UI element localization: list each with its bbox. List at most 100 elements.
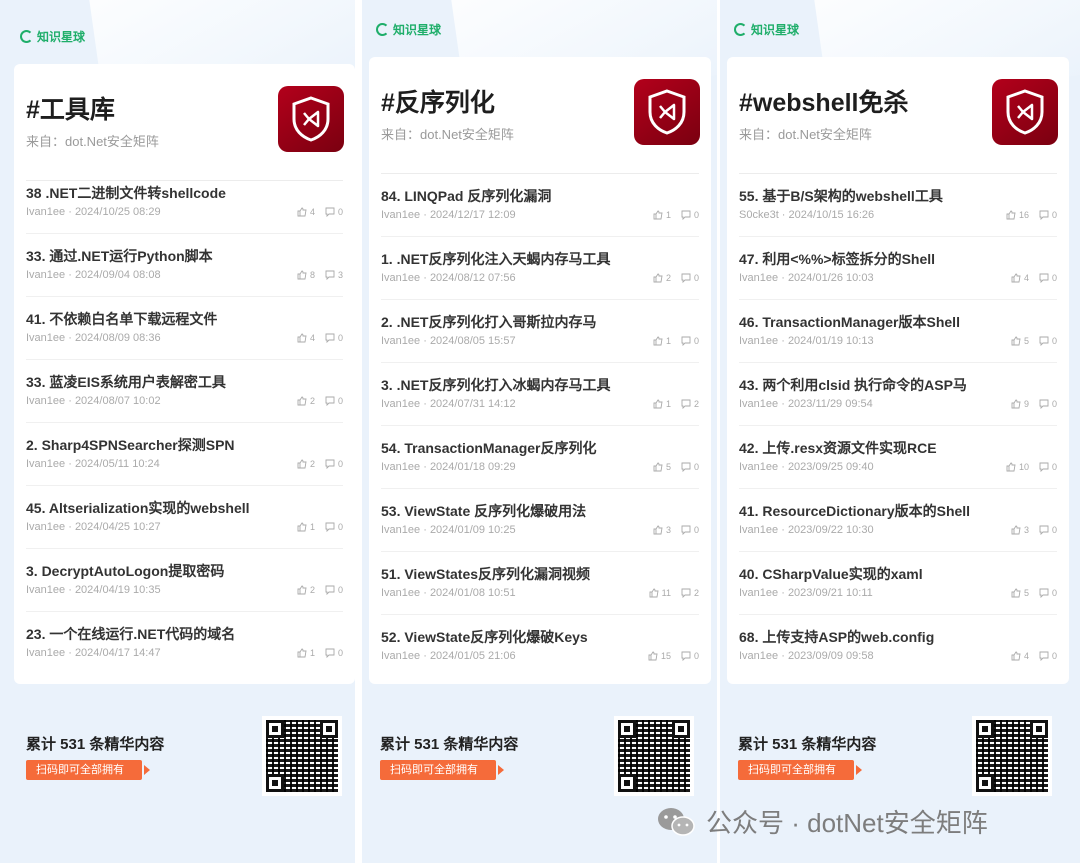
comment-count: 0: [1051, 525, 1057, 535]
article-author: Ivan1ee: [26, 458, 66, 470]
article-meta: Ivan1ee · 2023/11/29 09:54: [739, 398, 873, 410]
list-item[interactable]: 47. 利用<%%>标签拆分的Shell Ivan1ee · 2024/01/2…: [739, 237, 1057, 300]
article-title: 52. ViewState反序列化爆破Keys: [381, 629, 588, 645]
article-title: 38 .NET二进制文件转shellcode: [26, 185, 226, 201]
article-date: 2024/08/09 08:36: [74, 332, 161, 344]
list-item[interactable]: 54. TransactionManager反序列化 Ivan1ee · 202…: [381, 426, 699, 489]
like-count: 9: [1023, 399, 1029, 409]
comment-icon: [325, 585, 335, 595]
list-item[interactable]: 2. Sharp4SPNSearcher探测SPN Ivan1ee · 2024…: [26, 423, 343, 486]
list-item[interactable]: 55. 基于B/S架构的webshell工具 S0cke3t · 2024/10…: [739, 174, 1057, 237]
list-item[interactable]: 46. TransactionManager版本Shell Ivan1ee · …: [739, 300, 1057, 363]
like-count: 2: [309, 459, 315, 469]
comment-count: 0: [693, 336, 699, 346]
article-title: 43. 两个利用clsid 执行命令的ASP马: [739, 377, 967, 393]
article-stats: 10 0: [1006, 462, 1057, 472]
article-stats: 16 0: [1006, 210, 1057, 220]
list-item[interactable]: 33. 通过.NET运行Python脚本 Ivan1ee · 2024/09/0…: [26, 234, 343, 297]
like-count: 1: [665, 210, 671, 220]
list-item[interactable]: 43. 两个利用clsid 执行命令的ASP马 Ivan1ee · 2023/1…: [739, 363, 1057, 426]
cta-button[interactable]: 扫码即可全部拥有: [26, 760, 150, 780]
like-count: 2: [309, 396, 315, 406]
thumbs-up-icon: [1011, 588, 1021, 598]
list-item[interactable]: 23. 一个在线运行.NET代码的域名 Ivan1ee · 2024/04/17…: [26, 612, 343, 675]
list-item[interactable]: 3. .NET反序列化打入冰蝎内存马工具 Ivan1ee · 2024/07/3…: [381, 363, 699, 426]
comment-icon: [681, 336, 691, 346]
comment-icon: [681, 210, 691, 220]
article-title: 47. 利用<%%>标签拆分的Shell: [739, 251, 936, 267]
list-item[interactable]: 84. LINQPad 反序列化漏洞 Ivan1ee · 2024/12/17 …: [381, 174, 699, 237]
article-date: 2023/09/25 09:40: [787, 461, 874, 473]
comment-count: 0: [693, 462, 699, 472]
list-item[interactable]: 2. .NET反序列化打入哥斯拉内存马 Ivan1ee · 2024/08/05…: [381, 300, 699, 363]
list-item[interactable]: 3. DecryptAutoLogon提取密码 Ivan1ee · 2024/0…: [26, 549, 343, 612]
article-date: 2024/07/31 14:12: [429, 398, 516, 410]
article-author: Ivan1ee: [381, 524, 421, 536]
poster-webshell: 知识星球 #webshell免杀 来自：dot.Net安全矩阵 55. 基于B/…: [720, 0, 1080, 863]
article-meta: Ivan1ee · 2024/04/19 10:35: [26, 584, 161, 596]
list-item[interactable]: 33. 蓝凌EIS系统用户表解密工具 Ivan1ee · 2024/08/07 …: [26, 360, 343, 423]
shield-icon: [292, 96, 330, 142]
cta-button[interactable]: 扫码即可全部拥有: [738, 760, 862, 780]
article-author: Ivan1ee: [739, 587, 779, 599]
comment-stat: 0: [681, 210, 699, 220]
cta-button[interactable]: 扫码即可全部拥有: [380, 760, 504, 780]
article-author: Ivan1ee: [26, 269, 66, 281]
article-stats: 2 0: [297, 396, 343, 406]
comment-stat: 3: [325, 270, 343, 280]
qr-code: [614, 716, 694, 796]
comment-icon: [325, 207, 335, 217]
list-item[interactable]: 51. ViewStates反序列化漏洞视频 Ivan1ee · 2024/01…: [381, 552, 699, 615]
dotnet-shield-logo: [278, 86, 344, 152]
like-stat: 9: [1011, 399, 1029, 409]
dotnet-shield-logo: [992, 79, 1058, 145]
article-title: 33. 通过.NET运行Python脚本: [26, 248, 213, 264]
comment-icon: [1039, 651, 1049, 661]
article-author: Ivan1ee: [381, 209, 421, 221]
article-title: 33. 蓝凌EIS系统用户表解密工具: [26, 374, 226, 390]
list-item[interactable]: 41. ResourceDictionary版本的Shell Ivan1ee ·…: [739, 489, 1057, 552]
like-stat: 5: [653, 462, 671, 472]
qr-code: [972, 716, 1052, 796]
comment-stat: 0: [681, 273, 699, 283]
article-author: Ivan1ee: [26, 521, 66, 533]
list-item[interactable]: 68. 上传支持ASP的web.config Ivan1ee · 2023/09…: [739, 615, 1057, 678]
like-count: 1: [309, 648, 315, 658]
comment-stat: 0: [325, 585, 343, 595]
list-item[interactable]: 42. 上传.resx资源文件实现RCE Ivan1ee · 2023/09/2…: [739, 426, 1057, 489]
list-item[interactable]: 40. CSharpValue实现的xaml Ivan1ee · 2023/09…: [739, 552, 1057, 615]
footer-count: 累计 531 条精华内容: [738, 736, 877, 753]
comment-icon: [681, 273, 691, 283]
article-author: Ivan1ee: [26, 647, 66, 659]
article-meta: Ivan1ee · 2023/09/21 10:11: [739, 587, 873, 599]
comment-stat: 0: [681, 525, 699, 535]
comment-stat: 0: [325, 459, 343, 469]
comment-count: 0: [1051, 399, 1057, 409]
list-item[interactable]: 45. Altserialization实现的webshell Ivan1ee …: [26, 486, 343, 549]
comment-icon: [325, 270, 335, 280]
article-author: Ivan1ee: [26, 584, 66, 596]
article-stats: 4 0: [297, 333, 343, 343]
thumbs-up-icon: [1011, 525, 1021, 535]
like-count: 3: [1023, 525, 1029, 535]
article-meta: Ivan1ee · 2024/01/18 09:29: [381, 461, 516, 473]
list-item[interactable]: 53. ViewState 反序列化爆破用法 Ivan1ee · 2024/01…: [381, 489, 699, 552]
like-stat: 2: [297, 585, 315, 595]
list-item[interactable]: 52. ViewState反序列化爆破Keys Ivan1ee · 2024/0…: [381, 615, 699, 678]
comment-count: 0: [1051, 651, 1057, 661]
comment-stat: 2: [681, 588, 699, 598]
article-author: Ivan1ee: [739, 461, 779, 473]
qr-pattern: [618, 720, 690, 792]
like-stat: 16: [1006, 210, 1029, 220]
article-meta: Ivan1ee · 2024/07/31 14:12: [381, 398, 516, 410]
brand-label: 知识星球: [376, 21, 441, 38]
article-meta: S0cke3t · 2024/10/15 16:26: [739, 209, 875, 221]
qr-finder: [1030, 720, 1048, 738]
list-item[interactable]: 1. .NET反序列化注入天蝎内存马工具 Ivan1ee · 2024/08/1…: [381, 237, 699, 300]
article-title: 23. 一个在线运行.NET代码的域名: [26, 626, 236, 642]
list-item[interactable]: 41. 不依赖白名单下载远程文件 Ivan1ee · 2024/08/09 08…: [26, 297, 343, 360]
article-stats: 3 0: [1011, 525, 1057, 535]
list-item[interactable]: 38 .NET二进制文件转shellcode Ivan1ee · 2024/10…: [26, 171, 343, 234]
comment-stat: 0: [1039, 651, 1057, 661]
article-meta: Ivan1ee · 2024/04/25 10:27: [26, 521, 161, 533]
